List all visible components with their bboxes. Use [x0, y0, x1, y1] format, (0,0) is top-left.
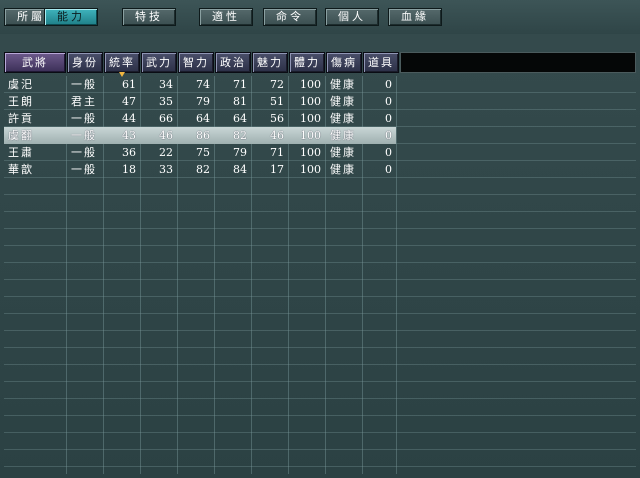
table-row[interactable]: 王朗 君主 47 35 79 81 51 100 健康 0	[4, 93, 396, 110]
tab-ability[interactable]: 能力	[44, 8, 98, 26]
table-row[interactable]: 王肅 一般 36 22 75 79 71 100 健康 0	[4, 144, 396, 161]
column-divider	[396, 76, 397, 474]
column-header-hp[interactable]: 體力	[289, 52, 325, 73]
cell-name: 華歆	[8, 163, 34, 176]
cell-charm: 71	[270, 146, 284, 159]
cell-intelligence: 86	[196, 129, 210, 142]
cell-war: 34	[159, 78, 173, 91]
column-header-war[interactable]: 武力	[141, 52, 177, 73]
cell-intelligence: 75	[196, 146, 210, 159]
cell-items: 0	[385, 112, 392, 125]
cell-status: 一般	[71, 163, 97, 176]
cell-intelligence: 79	[196, 95, 210, 108]
column-header-leadership[interactable]: 統率	[104, 52, 140, 77]
column-header-politics[interactable]: 政治	[215, 52, 251, 73]
cell-intelligence: 64	[196, 112, 210, 125]
cell-name: 虞汜	[8, 78, 34, 91]
cell-hp: 100	[300, 78, 321, 91]
cell-politics: 79	[233, 146, 247, 159]
column-header-charm[interactable]: 魅力	[252, 52, 288, 73]
cell-leadership: 18	[122, 163, 136, 176]
cell-items: 0	[385, 95, 392, 108]
cell-health: 健康	[330, 129, 356, 142]
column-header-intelligence[interactable]: 智力	[178, 52, 214, 73]
cell-leadership: 43	[122, 129, 136, 142]
header-spacer	[400, 52, 636, 73]
cell-health: 健康	[330, 95, 356, 108]
cell-leadership: 44	[122, 112, 136, 125]
cell-status: 君主	[71, 95, 97, 108]
cell-health: 健康	[330, 78, 356, 91]
cell-hp: 100	[300, 112, 321, 125]
cell-war: 35	[159, 95, 173, 108]
column-header-health[interactable]: 傷病	[326, 52, 362, 73]
cell-intelligence: 82	[196, 163, 210, 176]
cell-health: 健康	[330, 146, 356, 159]
tab-personal[interactable]: 個人	[325, 8, 379, 26]
cell-items: 0	[385, 146, 392, 159]
cell-leadership: 47	[122, 95, 136, 108]
cell-status: 一般	[71, 78, 97, 91]
cell-status: 一般	[71, 112, 97, 125]
officer-table: 虞汜 一般 61 34 74 71 72 100 健康 0 王朗 君主 47 35 79 81 51 100 健康 0…	[4, 76, 636, 474]
cell-hp: 100	[300, 146, 321, 159]
table-header: 武將 身份 統率 武力 智力 政治 魅力 體力 傷病 道具	[4, 52, 636, 77]
cell-hp: 100	[300, 129, 321, 142]
cell-war: 22	[159, 146, 173, 159]
column-header-status[interactable]: 身份	[67, 52, 103, 73]
cell-charm: 46	[270, 129, 284, 142]
cell-status: 一般	[71, 146, 97, 159]
tab-bar: 所屬 能力 特技 適性 命令 個人 血緣	[0, 0, 640, 34]
tab-bloodline[interactable]: 血緣	[388, 8, 442, 26]
cell-war: 33	[159, 163, 173, 176]
cell-leadership: 36	[122, 146, 136, 159]
cell-politics: 82	[233, 129, 247, 142]
game-window: 所屬 能力 特技 適性 命令 個人 血緣 武將 身份 統率 武力 智力 政治 魅…	[0, 0, 640, 478]
table-row[interactable]: 虞汜 一般 61 34 74 71 72 100 健康 0	[4, 76, 396, 93]
tab-skills[interactable]: 特技	[122, 8, 176, 26]
table-row[interactable]: 虞翻 一般 43 46 86 82 46 100 健康 0	[4, 127, 396, 144]
table-row[interactable]: 許貢 一般 44 66 64 64 56 100 健康 0	[4, 110, 396, 127]
cell-items: 0	[385, 78, 392, 91]
tab-command[interactable]: 命令	[263, 8, 317, 26]
cell-status: 一般	[71, 129, 97, 142]
cell-health: 健康	[330, 112, 356, 125]
cell-leadership: 61	[122, 78, 136, 91]
cell-politics: 64	[233, 112, 247, 125]
cell-war: 66	[159, 112, 173, 125]
cell-charm: 51	[270, 95, 284, 108]
cell-name: 王朗	[8, 95, 34, 108]
cell-war: 46	[159, 129, 173, 142]
cell-politics: 84	[233, 163, 247, 176]
table-row[interactable]: 華歆 一般 18 33 82 84 17 100 健康 0	[4, 161, 396, 178]
cell-intelligence: 74	[196, 78, 210, 91]
cell-items: 0	[385, 163, 392, 176]
cell-health: 健康	[330, 163, 356, 176]
cell-politics: 71	[233, 78, 247, 91]
column-header-items[interactable]: 道具	[363, 52, 399, 73]
cell-charm: 17	[270, 163, 284, 176]
column-header-general[interactable]: 武將	[4, 52, 66, 73]
cell-items: 0	[385, 129, 392, 142]
cell-hp: 100	[300, 163, 321, 176]
tab-aptitude[interactable]: 適性	[199, 8, 253, 26]
column-header-label: 統率	[109, 56, 135, 69]
cell-name: 許貢	[8, 112, 34, 125]
cell-name: 虞翻	[8, 129, 34, 142]
cell-charm: 72	[270, 78, 284, 91]
cell-hp: 100	[300, 95, 321, 108]
cell-name: 王肅	[8, 146, 34, 159]
cell-politics: 81	[233, 95, 247, 108]
cell-charm: 56	[270, 112, 284, 125]
